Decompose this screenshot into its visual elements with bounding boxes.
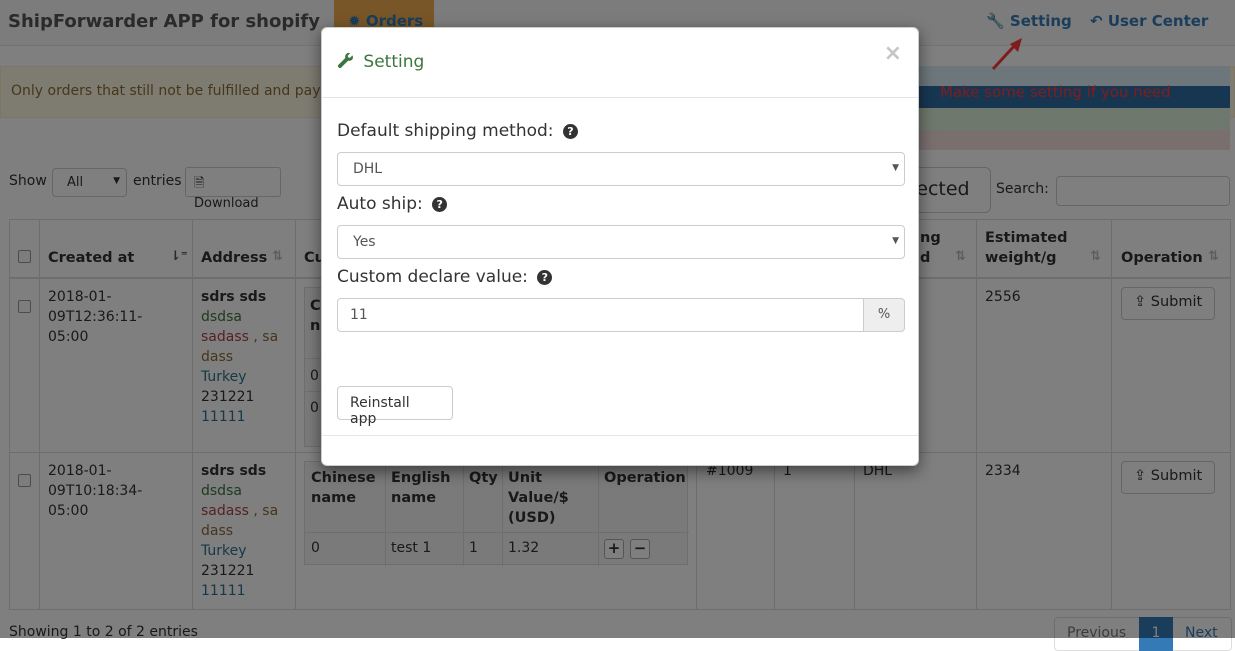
auto-ship-value: Yes [353,234,376,250]
declare-value-label-text: Custom declare value: [337,267,528,287]
caret-down-icon: ▼ [892,236,899,246]
reinstall-app-label: Reinstall app [350,395,410,427]
help-circle-icon[interactable]: ? [537,270,553,285]
wrench-icon [337,52,353,69]
auto-ship-select[interactable]: Yes ▼ [337,225,905,259]
shipping-method-label: Default shipping method: ? [337,121,578,141]
auto-ship-label-text: Auto ship: [337,194,423,214]
help-circle-icon[interactable]: ? [562,124,578,139]
close-icon[interactable]: × [884,41,902,66]
reinstall-app-button[interactable]: Reinstall app [337,386,453,427]
shipping-method-label-text: Default shipping method: [337,121,554,141]
declare-value-label: Custom declare value: ? [337,267,553,287]
declare-value-input[interactable] [337,298,864,332]
setting-modal: Setting × Default shipping method: ? DHL… [321,27,919,466]
percent-addon: % [863,298,905,332]
modal-title-text: Setting [363,52,425,72]
declare-value-group: % [337,298,905,332]
modal-header: Setting × [322,28,918,98]
modal-title: Setting [337,52,424,72]
auto-ship-label: Auto ship: ? [337,194,448,214]
caret-down-icon: ▼ [892,163,899,173]
shipping-method-value: DHL [353,161,383,177]
modal-footer-divider [322,435,918,436]
shipping-method-select[interactable]: DHL ▼ [337,152,905,186]
help-circle-icon[interactable]: ? [432,197,448,212]
